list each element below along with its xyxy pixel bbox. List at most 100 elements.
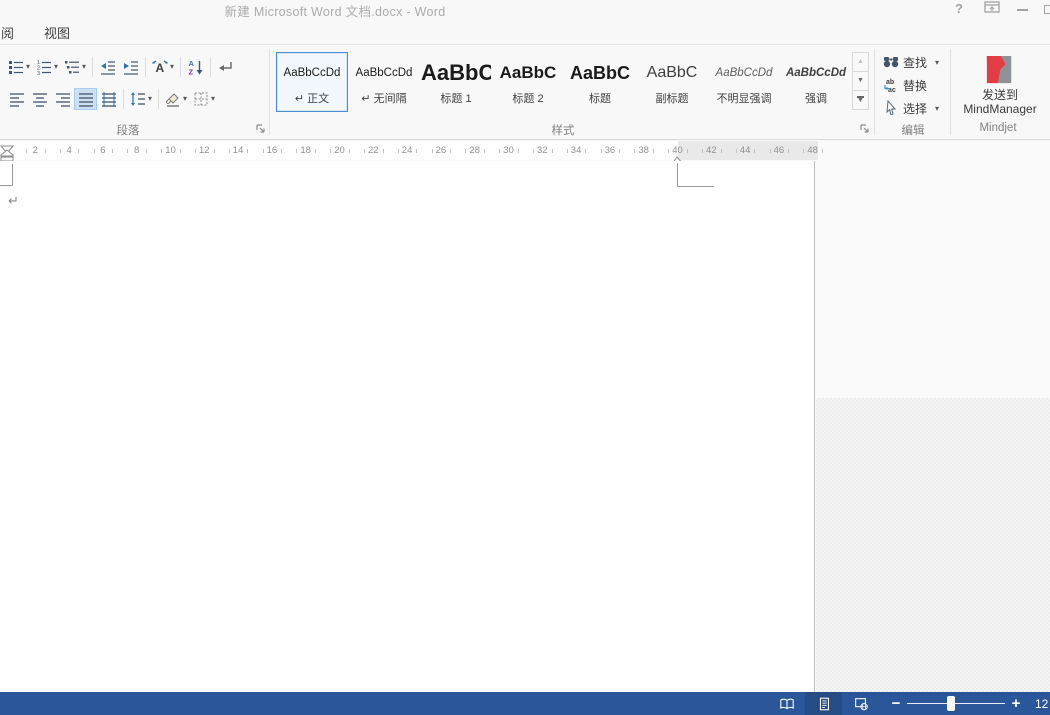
decrease-indent-icon: [100, 59, 116, 75]
ruler-number: 24: [397, 141, 417, 160]
svg-text:Z: Z: [188, 67, 193, 75]
distribute-icon: [101, 91, 117, 107]
style-normal[interactable]: AaBbCcDd ↵ 正文: [276, 52, 348, 112]
document-page[interactable]: ↵: [0, 161, 815, 692]
replace-label: 替换: [903, 77, 927, 94]
print-layout-view-button[interactable]: [805, 692, 842, 715]
ruler-number: 44: [735, 141, 755, 160]
document-area: ↵: [0, 161, 1050, 692]
show-marks-icon: [218, 59, 234, 75]
numbered-list-button[interactable]: 123▾: [33, 56, 61, 78]
gallery-scroll-up-icon[interactable]: ▲: [852, 52, 869, 72]
maximize-button[interactable]: [1040, 0, 1050, 20]
asian-layout-button[interactable]: A▾: [149, 56, 177, 78]
zoom-slider-handle[interactable]: [947, 696, 955, 711]
select-button[interactable]: 选择▾: [880, 97, 942, 119]
style-preview: AaBbCcDd: [709, 53, 779, 89]
gallery-scroll-down-icon[interactable]: ▼: [852, 71, 869, 91]
ruler-number: 2: [25, 141, 45, 160]
separator: [158, 89, 159, 109]
styles-dialog-launcher-icon[interactable]: [859, 122, 871, 134]
justify-button[interactable]: [74, 88, 97, 110]
style-nospace[interactable]: AaBbCcDd ↵ 无间隔: [348, 52, 420, 112]
gallery-more-icon[interactable]: ▼: [852, 90, 869, 110]
ruler-number: 30: [499, 141, 519, 160]
zoom-in-button[interactable]: +: [1005, 693, 1027, 714]
workspace-background: [816, 161, 1050, 398]
mindjet-group-label: Mindjet: [973, 122, 1023, 137]
styles-gallery: AaBbCcDd ↵ 正文 AaBbCcDd ↵ 无间隔 AaBbC 标题 1 …: [276, 52, 852, 112]
ribbon: ▾123▾▾A▾AZ ▾▾▾ 段落 AaBbCcDd ↵ 正文 AaBbCcDd…: [0, 46, 1050, 140]
increase-indent-button[interactable]: [119, 56, 142, 78]
paragraph-group-label: 段落: [103, 122, 153, 137]
zoom-percentage[interactable]: 12: [1035, 697, 1050, 711]
workspace-background: [816, 398, 1050, 692]
view-shortcuts: [768, 692, 879, 715]
ruler-number: 22: [363, 141, 383, 160]
ruler-number: 42: [701, 141, 721, 160]
distribute-button[interactable]: [97, 88, 120, 110]
web-layout-icon: [853, 696, 869, 712]
styles-group-label: 样式: [538, 122, 588, 137]
replace-icon: abac: [883, 77, 899, 93]
show-marks-button[interactable]: [214, 56, 237, 78]
justify-icon: [78, 91, 94, 107]
minimize-button[interactable]: [1010, 0, 1034, 20]
decrease-indent-button[interactable]: [96, 56, 119, 78]
ruler-number: 46: [769, 141, 789, 160]
zoom-control: − + 12: [885, 692, 1050, 715]
zoom-out-button[interactable]: −: [885, 693, 907, 714]
borders-button[interactable]: ▾: [190, 88, 218, 110]
style-h2[interactable]: AaBbC 标题 2: [492, 52, 564, 112]
group-separator: [269, 49, 270, 135]
ruler-number: 36: [600, 141, 620, 160]
bullet-list-button[interactable]: ▾: [5, 56, 33, 78]
ribbon-display-options-icon[interactable]: [980, 0, 1004, 20]
multilevel-list-button[interactable]: ▾: [61, 56, 89, 78]
send-to-mindmanager-button[interactable]: 发送到 MindManager: [954, 49, 1046, 121]
style-subtitle[interactable]: AaBbC 副标题: [636, 52, 708, 112]
find-button[interactable]: 查找▾: [880, 51, 942, 73]
print-layout-icon: [816, 696, 832, 712]
align-center-button[interactable]: [28, 88, 51, 110]
replace-button[interactable]: abac替换: [880, 74, 942, 96]
ruler-number: 6: [93, 141, 113, 160]
align-left-button[interactable]: [5, 88, 28, 110]
align-right-button[interactable]: [51, 88, 74, 110]
separator: [145, 57, 146, 77]
tab-review[interactable]: 审阅: [0, 25, 14, 45]
tab-view[interactable]: 视图: [44, 25, 70, 45]
mindjet-button-line1: 发送到: [963, 88, 1036, 102]
ruler-number: 34: [566, 141, 586, 160]
paragraph-group-row2: ▾▾▾: [5, 87, 218, 110]
svg-text:ac: ac: [888, 87, 896, 93]
style-preview: AaBbC: [493, 53, 563, 89]
select-icon: [883, 100, 899, 116]
styles-gallery-scrollbar: ▲ ▼ ▼: [852, 52, 869, 113]
multilevel-list-icon: [64, 59, 80, 75]
paragraph-dialog-launcher-icon[interactable]: [255, 122, 267, 134]
help-icon[interactable]: ?: [948, 0, 970, 20]
read-mode-view-button[interactable]: [768, 692, 805, 715]
line-spacing-button[interactable]: ▾: [127, 88, 155, 110]
ruler-number: 10: [161, 141, 181, 160]
sort-button[interactable]: AZ: [184, 56, 207, 78]
group-separator: [874, 49, 875, 135]
svg-text:A: A: [156, 61, 165, 75]
zoom-slider-track[interactable]: [907, 692, 1005, 715]
web-layout-view-button[interactable]: [842, 692, 879, 715]
ruler-number: 48: [803, 141, 823, 160]
shading-icon: [165, 91, 181, 107]
ruler-number: 12: [194, 141, 214, 160]
ruler-number: 28: [465, 141, 485, 160]
editing-group-label: 编辑: [888, 122, 938, 137]
style-emphasis[interactable]: AaBbCcDd 强调: [780, 52, 852, 112]
style-title[interactable]: AaBbC 标题: [564, 52, 636, 112]
style-subtle[interactable]: AaBbCcDd 不明显强调: [708, 52, 780, 112]
style-h1[interactable]: AaBbC 标题 1: [420, 52, 492, 112]
style-label: 副标题: [637, 90, 707, 106]
ruler-number: 8: [127, 141, 147, 160]
ruler-band: 2468101214161820222426283032343638404244…: [0, 141, 1050, 161]
ruler-number: 32: [532, 141, 552, 160]
shading-button[interactable]: ▾: [162, 88, 190, 110]
